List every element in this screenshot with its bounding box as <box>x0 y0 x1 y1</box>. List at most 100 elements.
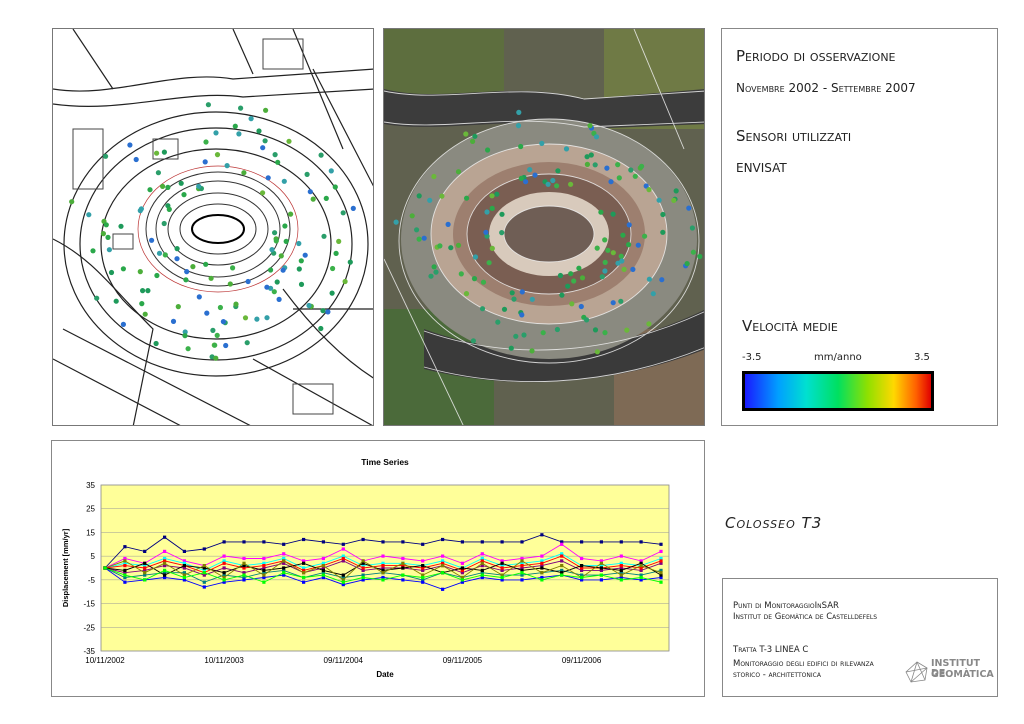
sensor-point <box>602 268 608 274</box>
sensor-point <box>298 258 304 264</box>
data-point <box>182 564 186 568</box>
data-point <box>321 573 325 577</box>
data-point <box>480 552 484 556</box>
data-point <box>540 554 544 558</box>
data-point <box>202 564 206 568</box>
sensor-point <box>593 134 600 140</box>
sensor-points <box>69 102 356 361</box>
data-point <box>540 533 544 537</box>
sensor-point <box>511 296 517 302</box>
data-point <box>282 559 286 563</box>
sensor-point <box>579 275 586 281</box>
sensor-point <box>304 171 310 177</box>
sensor-point <box>615 260 621 266</box>
sensor-point <box>161 149 167 155</box>
sensor-point <box>584 161 590 167</box>
sensor-point <box>635 242 641 248</box>
data-point <box>242 578 246 582</box>
data-point <box>659 549 663 553</box>
data-point <box>659 542 663 546</box>
sensor-point <box>248 116 254 122</box>
sensor-point <box>594 349 600 355</box>
y-tick-label: 15 <box>86 528 95 537</box>
sensor-point <box>557 272 564 279</box>
sensor-point <box>274 279 280 285</box>
sensor-point <box>565 283 571 289</box>
info-panel: Periodo di osservazione Novembre 2002 - … <box>721 28 998 426</box>
sensor-point <box>610 211 616 217</box>
data-point <box>202 547 206 551</box>
velocity-heading: Velocità medie <box>742 317 838 335</box>
sensor-point <box>518 143 524 150</box>
sensor-point <box>137 269 143 275</box>
sensor-point <box>689 225 695 231</box>
sensor-point <box>604 165 610 171</box>
data-point <box>361 559 365 563</box>
y-tick-label: -35 <box>83 647 95 656</box>
sensor-point <box>621 266 627 272</box>
data-point <box>302 580 306 584</box>
data-point <box>619 564 623 568</box>
y-tick-label: -15 <box>83 600 95 609</box>
data-point <box>460 578 464 582</box>
period-value: Novembre 2002 - Settembre 2007 <box>736 81 916 95</box>
sensor-point <box>433 269 439 275</box>
data-point <box>222 578 226 582</box>
sensor-point <box>540 330 546 336</box>
sensor-point <box>160 183 166 189</box>
sensor-point <box>210 327 216 333</box>
data-point <box>441 554 445 558</box>
sensor-point <box>463 291 470 297</box>
data-point <box>123 564 127 568</box>
data-point <box>500 575 504 580</box>
data-point <box>262 540 266 544</box>
data-point <box>341 556 345 561</box>
sensor-point <box>265 175 271 181</box>
chart-title: Time Series <box>361 457 409 467</box>
sensor-point <box>494 191 500 197</box>
sensor-point <box>620 232 626 238</box>
data-point <box>560 542 564 546</box>
sensor-point <box>626 222 632 228</box>
data-point <box>282 571 286 575</box>
data-point <box>540 578 544 582</box>
sensor-point <box>559 292 565 298</box>
data-point <box>321 540 325 544</box>
scale-max-label: 3.5 <box>914 352 930 363</box>
sensor-point <box>445 221 451 227</box>
sensor-point <box>86 212 92 218</box>
sensor-point <box>254 316 260 322</box>
sensor-point <box>203 261 209 267</box>
colosseum-line-map <box>53 29 373 425</box>
sensor-point <box>431 264 437 270</box>
sensor-point <box>185 346 191 352</box>
sensor-point <box>174 256 180 262</box>
data-point <box>421 559 425 563</box>
data-point <box>401 540 405 544</box>
sensor-point <box>100 231 106 237</box>
sensor-point <box>340 210 346 216</box>
data-point <box>599 578 603 582</box>
sensor-point <box>616 175 622 181</box>
sensor-point <box>409 213 415 219</box>
sensor-point <box>486 260 492 266</box>
data-point <box>123 580 127 584</box>
sensor-point <box>214 152 221 158</box>
data-point <box>361 575 365 580</box>
data-point <box>599 540 603 544</box>
sensor-point <box>205 102 211 108</box>
cartographic-map <box>52 28 374 426</box>
sensor-point <box>178 180 184 186</box>
sensor-point <box>554 183 560 189</box>
sensor-point <box>256 128 262 134</box>
data-point <box>540 571 544 575</box>
sensor-point <box>275 159 281 165</box>
sensor-point <box>472 254 479 260</box>
data-point <box>500 540 504 544</box>
data-point <box>540 561 544 565</box>
footer-line5: storico - architettonica <box>733 670 821 680</box>
sensor-point <box>103 222 109 228</box>
data-point <box>302 571 306 575</box>
data-point <box>659 571 663 575</box>
sensor-point <box>610 250 616 256</box>
